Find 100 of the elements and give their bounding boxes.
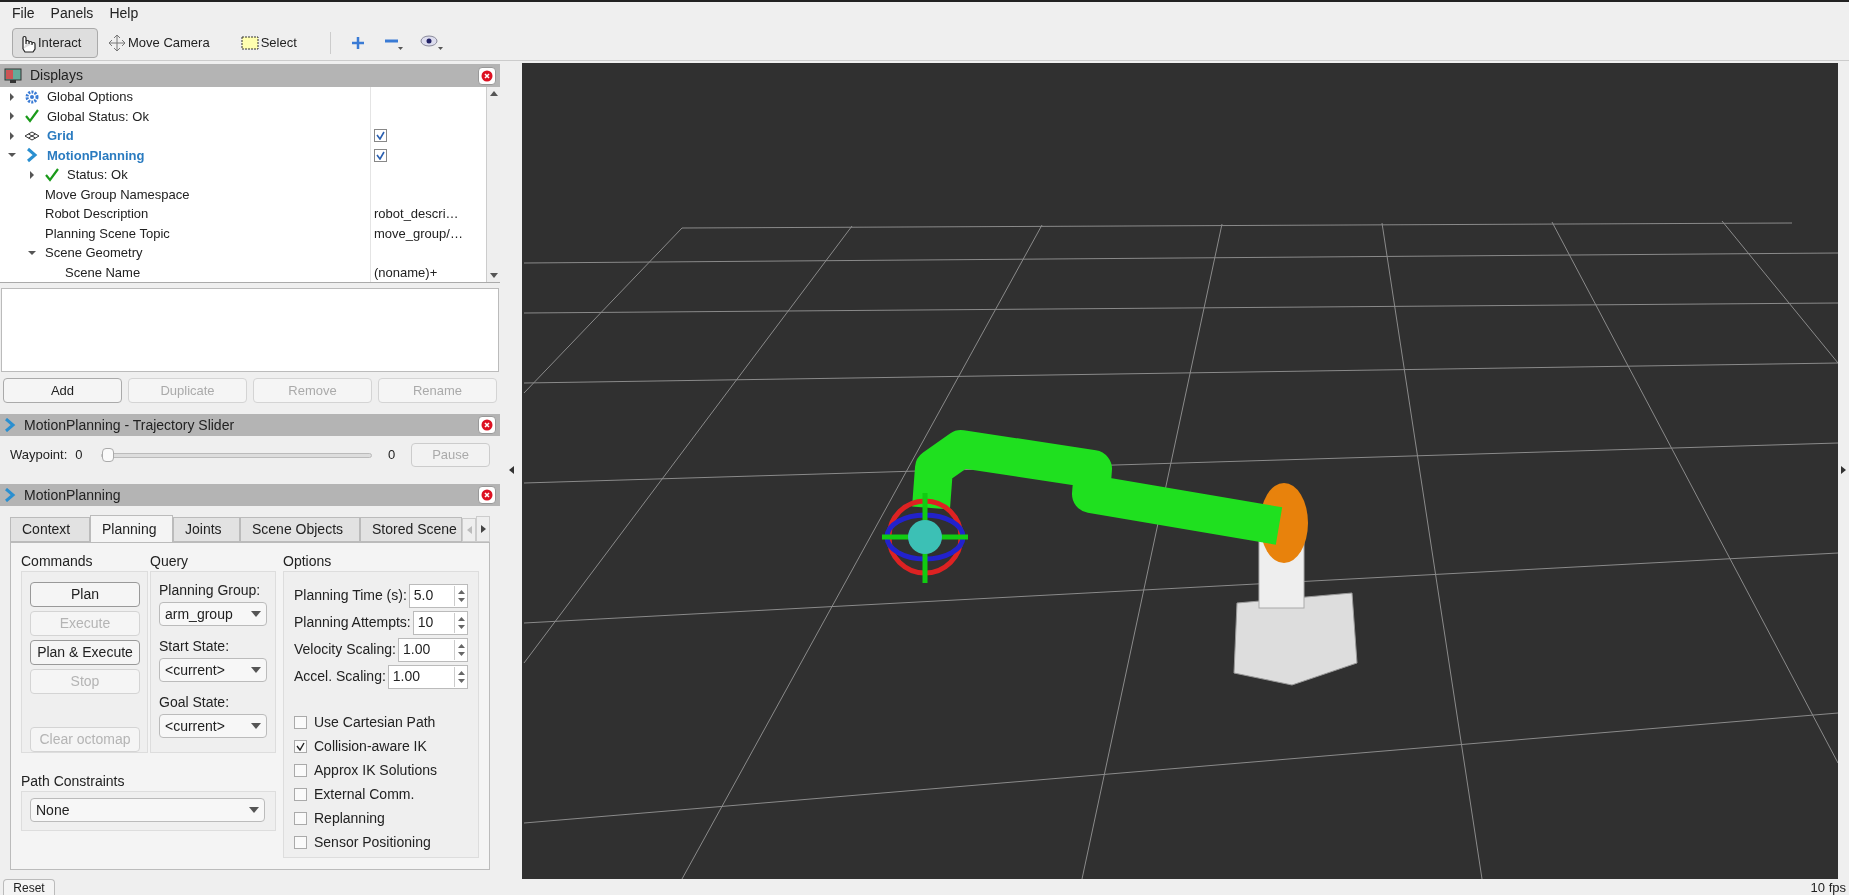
- dropdown[interactable]: <current>: [159, 658, 267, 682]
- collapse-arrow-icon[interactable]: [28, 248, 36, 257]
- group-title: Commands: [21, 552, 94, 571]
- spinbox-label: Planning Attempts:: [294, 613, 411, 632]
- spinbox[interactable]: 1.00: [397, 637, 468, 662]
- field-label: Goal State:: [159, 693, 231, 712]
- menu-item[interactable]: Help: [109, 3, 139, 24]
- checkbox[interactable]: [294, 787, 307, 801]
- checkbox[interactable]: [294, 739, 307, 753]
- tree-item-label[interactable]: Move Group Namespace: [45, 184, 190, 204]
- dropdown[interactable]: <current>: [159, 714, 267, 738]
- group-title: Path Constraints: [21, 772, 126, 791]
- expand-arrow-icon[interactable]: [8, 131, 16, 140]
- caret-icon: [251, 611, 261, 617]
- spinbox[interactable]: 1.00: [387, 664, 468, 689]
- waypoint-value: 0: [75, 446, 84, 465]
- dropdown[interactable]: arm_group: [159, 602, 267, 626]
- tree-item-label[interactable]: Global Status: Ok: [47, 106, 149, 126]
- panel-title: Displays: [30, 66, 83, 85]
- check-icon: [24, 108, 40, 125]
- spin-arrows-icon[interactable]: [454, 639, 467, 660]
- tree-item-label[interactable]: Status: Ok: [67, 165, 128, 185]
- monitor-icon: [4, 67, 22, 84]
- command-button[interactable]: Plan & Execute: [30, 640, 140, 665]
- spinbox-label: Velocity Scaling:: [294, 640, 396, 659]
- property-value[interactable]: robot_descri…: [374, 204, 459, 224]
- checkbox-label[interactable]: External Comm.: [314, 783, 415, 805]
- checkbox-label[interactable]: Collision-aware IK: [314, 735, 427, 757]
- tree-item-label[interactable]: Planning Scene Topic: [45, 223, 170, 243]
- tree-item-label[interactable]: Global Options: [47, 87, 133, 107]
- tree-item-label[interactable]: Grid: [47, 126, 74, 146]
- checkbox[interactable]: [374, 129, 387, 143]
- close-button[interactable]: [478, 486, 496, 504]
- tab[interactable]: Stored Scene: [360, 517, 462, 542]
- chevron-icon: [24, 147, 40, 164]
- checkbox[interactable]: [294, 715, 307, 729]
- collapse-left-icon[interactable]: [508, 466, 514, 474]
- expand-arrow-icon[interactable]: [28, 170, 36, 179]
- tree-item-label[interactable]: MotionPlanning: [47, 145, 145, 165]
- scroll-right-button[interactable]: [476, 516, 490, 542]
- tool-button[interactable]: Select: [234, 27, 302, 58]
- close-button[interactable]: [478, 416, 496, 434]
- right-arrow-icon: [480, 525, 486, 533]
- tree-item-label[interactable]: Robot Description: [45, 204, 149, 224]
- checkbox[interactable]: [294, 811, 307, 825]
- chevron-icon: [4, 488, 16, 502]
- reset-button[interactable]: Reset: [3, 879, 55, 895]
- group-title: Options: [283, 552, 333, 571]
- checkbox-label[interactable]: Sensor Positioning: [314, 831, 431, 853]
- spin-arrows-icon[interactable]: [454, 585, 467, 606]
- caret-icon: [251, 667, 261, 673]
- spinbox[interactable]: 5.0: [408, 583, 468, 608]
- expand-arrow-icon[interactable]: [8, 92, 16, 101]
- gear-icon: [24, 88, 40, 105]
- property-value[interactable]: move_group/…: [374, 223, 463, 243]
- chevron-icon: [4, 418, 16, 432]
- spinbox-label: Planning Time (s):: [294, 586, 407, 605]
- tree-item-label[interactable]: Scene Geometry: [45, 243, 143, 263]
- field-label: Planning Group:: [159, 581, 262, 600]
- spin-arrows-icon[interactable]: [454, 666, 467, 687]
- dropdown[interactable]: None: [30, 798, 265, 822]
- command-button[interactable]: Plan: [30, 582, 140, 607]
- waypoint-max: 0: [387, 446, 396, 465]
- spinbox[interactable]: 10: [412, 610, 468, 635]
- collapse-arrow-icon[interactable]: [8, 151, 16, 160]
- 3d-viewport[interactable]: [522, 63, 1838, 879]
- tab[interactable]: Context: [10, 517, 90, 542]
- panel-title: MotionPlanning - Trajectory Slider: [24, 415, 235, 435]
- spin-arrows-icon[interactable]: [454, 612, 467, 633]
- left-arrow-icon: [466, 526, 472, 534]
- group-title: Query: [150, 552, 190, 571]
- tool-button[interactable]: Interact: [12, 27, 98, 58]
- checkbox-label[interactable]: Use Cartesian Path: [314, 711, 436, 733]
- scrollbar[interactable]: [486, 87, 500, 282]
- caret-icon: [251, 723, 261, 729]
- collapse-right-icon[interactable]: [1841, 466, 1846, 474]
- checkbox-label[interactable]: Approx IK Solutions: [314, 759, 437, 781]
- scroll-up-icon[interactable]: [489, 91, 498, 96]
- tool-button[interactable]: Move Camera: [102, 27, 215, 58]
- move-arrows-icon: [107, 32, 127, 53]
- check-icon: [44, 166, 60, 183]
- scroll-down-icon[interactable]: [489, 273, 498, 278]
- expand-arrow-icon[interactable]: [8, 112, 16, 121]
- caret-icon: [249, 807, 259, 813]
- property-value[interactable]: (noname)+: [374, 262, 438, 282]
- checkbox[interactable]: [294, 835, 307, 849]
- fps-label: 10 fps: [1810, 880, 1846, 895]
- tab[interactable]: Scene Objects: [240, 517, 360, 542]
- checkbox[interactable]: [294, 763, 307, 777]
- tab[interactable]: Joints: [173, 517, 240, 542]
- tree-item-label[interactable]: Scene Name: [65, 262, 141, 282]
- checkbox[interactable]: [374, 148, 387, 162]
- tab[interactable]: Planning: [90, 515, 173, 543]
- spinbox-label: Accel. Scaling:: [294, 667, 386, 686]
- panel-button[interactable]: Add: [3, 378, 122, 403]
- checkbox-label[interactable]: Replanning: [314, 807, 385, 829]
- menu-item[interactable]: Panels: [50, 3, 94, 24]
- menu-item[interactable]: File: [12, 3, 35, 24]
- slider-thumb[interactable]: [102, 447, 115, 462]
- close-button[interactable]: [478, 66, 496, 85]
